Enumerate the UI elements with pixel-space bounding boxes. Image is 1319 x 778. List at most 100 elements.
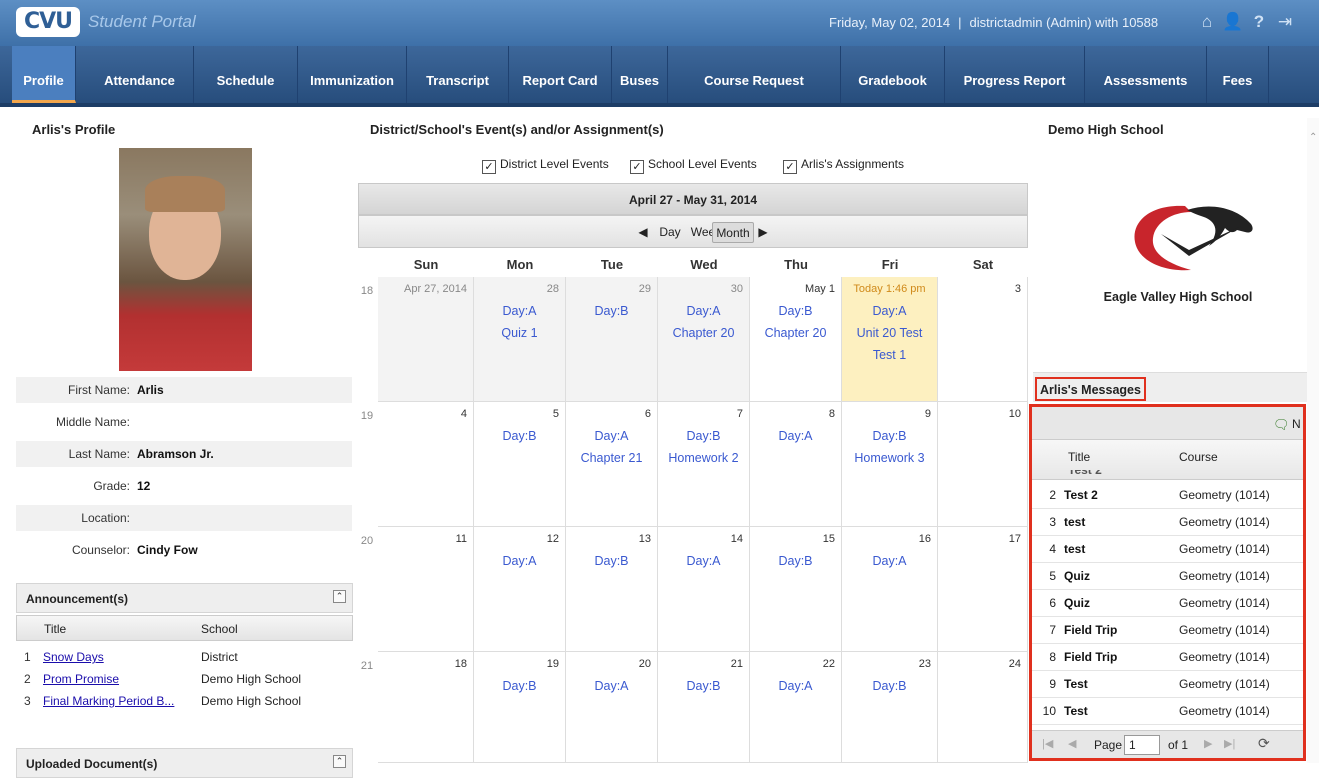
calendar-event[interactable]: Day:A (658, 304, 749, 318)
tab-profile[interactable]: Profile (12, 46, 76, 103)
calendar-event[interactable]: Day:B (566, 554, 657, 568)
message-row[interactable]: 2 Test 2 Geometry (1014) (1032, 482, 1303, 509)
calendar-day[interactable]: Today 1:46 pm Day:A Unit 20 Test Test 1 (842, 277, 938, 402)
message-row[interactable]: 10 Test Geometry (1014) (1032, 698, 1303, 725)
filter-checkbox[interactable]: ✓ Arlis's Assignments (783, 154, 904, 174)
calendar-event[interactable]: Day:A (750, 429, 841, 443)
calendar-event[interactable]: Day:A (474, 304, 565, 318)
collapse-icon[interactable]: ⌃ (333, 590, 346, 603)
tab-schedule[interactable]: Schedule (194, 46, 298, 103)
calendar-day[interactable]: 16 Day:A (842, 527, 938, 652)
calendar-event[interactable]: Day:B (750, 554, 841, 568)
calendar-day[interactable]: 20 Day:A (566, 652, 658, 763)
announcement-link[interactable]: Prom Promise (43, 668, 119, 690)
tab-progress-report[interactable]: Progress Report (945, 46, 1085, 103)
calendar-event[interactable]: Day:B (842, 679, 937, 693)
view-day[interactable]: Day (655, 222, 685, 243)
column-school[interactable]: School (201, 622, 238, 636)
message-row[interactable]: 5 Quiz Geometry (1014) (1032, 563, 1303, 590)
prev-arrow-icon[interactable]: ◀ (637, 222, 649, 243)
calendar-event[interactable]: Day:B (658, 429, 749, 443)
last-page-icon[interactable]: ▶| (1224, 737, 1235, 750)
portal-logo[interactable]: CVU (16, 7, 80, 37)
calendar-day[interactable]: 14 Day:A (658, 527, 750, 652)
checkbox-icon[interactable]: ✓ (783, 160, 797, 174)
calendar-event[interactable]: Chapter 20 (658, 326, 749, 340)
new-message-label[interactable]: N (1292, 417, 1301, 431)
refresh-icon[interactable]: ⟳ (1258, 735, 1270, 752)
calendar-event[interactable]: Day:B (474, 679, 565, 693)
calendar-event[interactable]: Day:B (474, 429, 565, 443)
calendar-day[interactable]: 12 Day:A (474, 527, 566, 652)
calendar-event[interactable]: Day:B (842, 429, 937, 443)
calendar-day[interactable]: 4 (378, 402, 474, 527)
tab-course-request[interactable]: Course Request (668, 46, 841, 103)
calendar-day[interactable]: 22 Day:A (750, 652, 842, 763)
calendar-event[interactable]: Day:A (566, 429, 657, 443)
new-message-icon[interactable]: 🗨 (1273, 417, 1290, 433)
calendar-day[interactable]: 10 (938, 402, 1028, 527)
tab-attendance[interactable]: Attendance (86, 46, 194, 103)
calendar-event[interactable]: Day:A (474, 554, 565, 568)
column-title[interactable]: Title (1068, 450, 1090, 464)
calendar-event[interactable]: Day:B (750, 304, 841, 318)
calendar-event[interactable]: Unit 20 Test (842, 326, 937, 340)
calendar-event[interactable]: Day:A (566, 679, 657, 693)
calendar-day[interactable]: 3 (938, 277, 1028, 402)
calendar-day[interactable]: 28 Day:A Quiz 1 (474, 277, 566, 402)
calendar-day[interactable]: 17 (938, 527, 1028, 652)
page-scrollbar[interactable]: ⌃ (1307, 118, 1319, 763)
calendar-event[interactable]: Day:A (750, 679, 841, 693)
message-row[interactable]: 9 Test Geometry (1014) (1032, 671, 1303, 698)
column-title[interactable]: Title (44, 622, 66, 636)
calendar-event[interactable]: Day:B (566, 304, 657, 318)
calendar-event[interactable]: Chapter 21 (566, 451, 657, 465)
calendar-event[interactable]: Test 1 (842, 348, 937, 362)
calendar-day[interactable]: 9 Day:B Homework 3 (842, 402, 938, 527)
calendar-day[interactable]: 23 Day:B (842, 652, 938, 763)
announcement-link[interactable]: Snow Days (43, 646, 104, 668)
calendar-day[interactable]: 11 (378, 527, 474, 652)
calendar-day[interactable]: 15 Day:B (750, 527, 842, 652)
tab-transcript[interactable]: Transcript (407, 46, 509, 103)
calendar-day[interactable]: Apr 27, 2014 (378, 277, 474, 402)
tab-assessments[interactable]: Assessments (1085, 46, 1207, 103)
tab-fees[interactable]: Fees (1207, 46, 1269, 103)
message-row[interactable]: 3 test Geometry (1014) (1032, 509, 1303, 536)
calendar-event[interactable]: Day:A (658, 554, 749, 568)
checkbox-icon[interactable]: ✓ (630, 160, 644, 174)
tab-buses[interactable]: Buses (612, 46, 668, 103)
calendar-event[interactable]: Chapter 20 (750, 326, 841, 340)
column-course[interactable]: Course (1179, 450, 1218, 464)
first-page-icon[interactable]: |◀ (1042, 737, 1053, 750)
tab-immunization[interactable]: Immunization (298, 46, 407, 103)
calendar-event[interactable]: Homework 2 (658, 451, 749, 465)
calendar-day[interactable]: 19 Day:B (474, 652, 566, 763)
page-input[interactable]: 1 (1124, 735, 1160, 755)
calendar-day[interactable]: 24 (938, 652, 1028, 763)
calendar-day[interactable]: 21 Day:B (658, 652, 750, 763)
calendar-event[interactable]: Quiz 1 (474, 326, 565, 340)
logout-icon[interactable]: ⇥ (1274, 10, 1296, 34)
calendar-day[interactable]: 18 (378, 652, 474, 763)
help-icon[interactable]: ? (1248, 10, 1270, 34)
calendar-day[interactable]: 30 Day:A Chapter 20 (658, 277, 750, 402)
calendar-day[interactable]: 6 Day:A Chapter 21 (566, 402, 658, 527)
calendar-event[interactable]: Day:A (842, 554, 937, 568)
announcement-link[interactable]: Final Marking Period B... (43, 690, 174, 712)
filter-checkbox[interactable]: ✓ District Level Events (482, 154, 609, 174)
calendar-event[interactable]: Day:A (842, 304, 937, 318)
prev-page-icon[interactable]: ◀ (1068, 737, 1076, 750)
user-icon[interactable]: 👤 (1222, 10, 1244, 34)
calendar-day[interactable]: 5 Day:B (474, 402, 566, 527)
filter-checkbox[interactable]: ✓ School Level Events (630, 154, 757, 174)
collapse-icon[interactable]: ⌃ (333, 755, 346, 768)
message-row[interactable]: 4 test Geometry (1014) (1032, 536, 1303, 563)
tab-gradebook[interactable]: Gradebook (841, 46, 945, 103)
calendar-day[interactable]: 8 Day:A (750, 402, 842, 527)
calendar-event[interactable]: Day:B (658, 679, 749, 693)
view-month[interactable]: Month (712, 222, 754, 243)
next-arrow-icon[interactable]: ▶ (757, 222, 769, 243)
home-icon[interactable]: ⌂ (1196, 10, 1218, 34)
calendar-day[interactable]: 29 Day:B (566, 277, 658, 402)
